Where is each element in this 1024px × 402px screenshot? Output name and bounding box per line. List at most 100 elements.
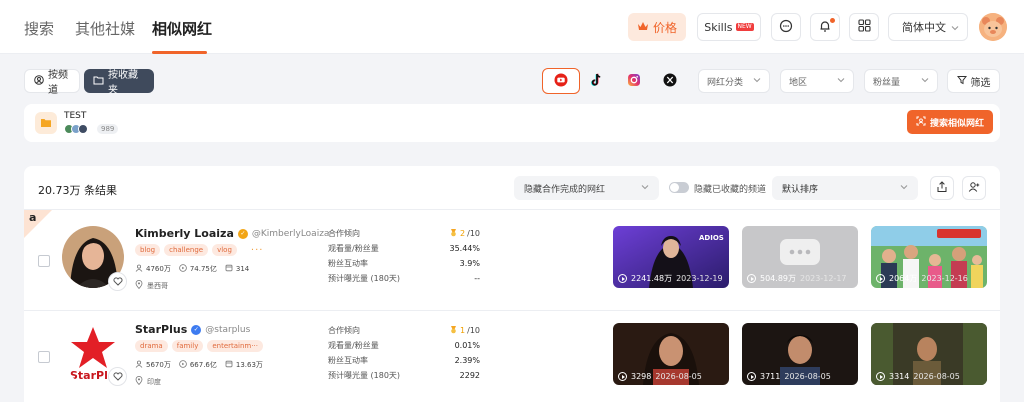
language-label: 简体中文 [902,21,946,34]
tag[interactable]: blog [135,244,161,256]
influencer-handle: @KimberlyLoaiza [251,228,330,239]
skills-button[interactable]: Skills NEW [697,13,761,41]
tag[interactable]: entertainm··· [207,340,263,352]
crown-icon [637,20,649,34]
platform-instagram[interactable] [615,68,653,94]
message-button[interactable] [771,13,801,41]
export-button[interactable] [930,176,954,200]
video-thumbnail[interactable]: 3298 2026-08-05 [613,323,729,385]
grid-icon [857,19,871,35]
new-badge: NEW [735,23,754,31]
video-list-icon [225,360,233,370]
region-dropdown[interactable]: 地区 [780,69,854,93]
location-text: 墨西哥 [147,281,168,290]
tag[interactable]: drama [135,340,168,352]
thumb-date: 2023-12-16 [921,274,968,283]
folder-icon [35,112,57,134]
tag[interactable]: family [171,340,204,352]
chevron-down-icon [837,76,845,86]
chevron-down-icon [753,76,761,86]
price-label: 价格 [652,20,677,35]
price-button[interactable]: 价格 [628,13,686,41]
user-circle-icon [34,74,44,88]
user-avatar[interactable] [979,13,1007,41]
filter-label: 筛选 [970,77,991,89]
by-channel-button[interactable]: 按频道 [24,69,80,96]
views-stat: 74.75亿 [179,264,217,274]
tag-list: blog challenge vlog ··· [135,244,263,256]
video-list-icon [225,264,233,274]
video-thumbnail[interactable]: 3711 2026-08-05 [742,323,858,385]
play-icon [618,274,627,283]
filter-button[interactable]: 筛选 [947,69,1000,93]
heart-icon [112,275,123,289]
notification-button[interactable] [810,13,840,41]
hide-saved-toggle[interactable] [669,182,689,193]
language-select[interactable]: 简体中文 [888,13,968,41]
video-thumbnail[interactable]: ADIOS 2241.48万 2023-12-19 [613,226,729,288]
tag[interactable]: challenge [164,244,209,256]
favorite-button[interactable] [108,272,127,291]
row-checkbox[interactable] [38,351,50,363]
thumbnail-meta: 3711 2026-08-05 [747,372,831,381]
sort-dropdown[interactable]: 默认排序 [772,176,918,200]
followers-dropdown[interactable]: 粉丝量 [864,69,938,93]
chevron-down-icon [900,183,908,193]
view-follower-label: 观看量/粉丝量 [328,341,379,350]
trend-score: 2/10 [449,228,480,239]
collection-card[interactable]: TEST 989 搜索相似网红 [24,104,1000,142]
influencer-handle: @starplus [205,324,251,335]
tag-list: drama family entertainm··· [135,340,263,352]
influencer-name[interactable]: Kimberly Loaiza ✓ @KimberlyLoaiza [135,227,329,240]
influencer-row[interactable]: StarPl StarPlus ✓ @starplus drama family… [24,310,1000,402]
trend-score-value: 2 [460,229,466,238]
platform-x[interactable] [651,68,689,94]
scan-icon [916,116,926,129]
view-follower-label: 观看量/粉丝量 [328,244,379,253]
row-checkbox[interactable] [38,255,50,267]
influencer-row[interactable]: a Kimberly Loaiza ✓ @KimberlyLoaiza blog… [24,210,1000,310]
location: 墨西哥 [135,280,168,291]
search-similar-button[interactable]: 搜索相似网红 [907,110,993,134]
youtube-icon [554,73,568,90]
video-thumbnail[interactable]: 3314 2026-08-05 [871,323,987,385]
heart-icon [112,370,123,384]
tab-other-social[interactable]: 其他社媒 [75,18,135,39]
category-dropdown[interactable]: 网红分类 [698,69,770,93]
thumb-views: 3711 [760,372,781,381]
hide-completed-dropdown[interactable]: 隐藏合作完成的网红 [514,176,659,200]
thumb-views: 2064万 [889,274,918,283]
by-folder-label: 按收藏夹 [108,70,138,96]
views-value: 74.75亿 [189,265,217,273]
export-icon [936,180,948,196]
view-follower-value: 0.01% [454,341,480,350]
top-nav: 搜索 其他社媒 相似网红 价格 Skills NEW 简体中文 [0,0,1024,54]
tab-search[interactable]: 搜索 [24,18,54,39]
results-panel: 20.73万 条结果 隐藏合作完成的网红 隐藏已收藏的频道 默认排序 a Kim… [24,166,1000,402]
engagement-value: 3.9% [459,259,480,268]
video-thumbnail[interactable]: 504.89万 2023-12-17 [742,226,858,288]
play-icon [747,372,756,381]
medal-icon [449,228,458,239]
by-folder-button[interactable]: 按收藏夹 [84,69,154,96]
hide-saved-label: 隐藏已收藏的频道 [694,185,767,195]
tag[interactable]: vlog [212,244,237,256]
add-user-button[interactable] [962,176,986,200]
view-follower-value: 35.44% [449,244,480,253]
more-icon[interactable]: ··· [251,245,264,256]
platform-tiktok[interactable] [578,68,616,94]
favorite-button[interactable] [108,367,127,386]
metrics: 合作倾向 1/10 观看量/粉丝量 0.01% 粉丝互动率 2.39% 预计曝光量 … [328,323,480,383]
influencer-name[interactable]: StarPlus ✓ @starplus [135,323,250,336]
play-circle-icon [179,360,187,370]
play-icon [876,372,885,381]
video-thumbnail[interactable]: 2064万 2023-12-16 [871,226,987,288]
exposure-value: -- [474,274,480,283]
apps-button[interactable] [849,13,879,41]
tab-similar-influencers[interactable]: 相似网红 [152,18,212,39]
followers-icon [135,360,143,370]
svg-text:ADIOS: ADIOS [699,234,724,242]
influencer-name-text: StarPlus [135,323,188,336]
trend-label: 合作倾向 [328,229,360,238]
platform-youtube[interactable] [542,68,580,94]
